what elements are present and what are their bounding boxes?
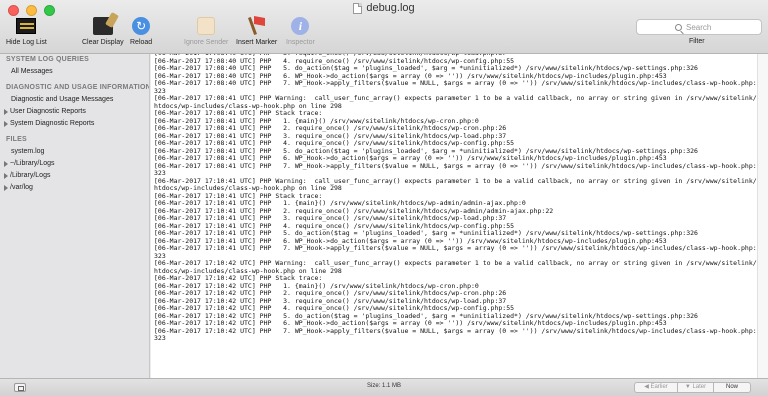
window-title-text: debug.log — [366, 2, 415, 14]
ignore-sender-label: Ignore Sender — [184, 39, 229, 46]
reload-label: Reload — [130, 39, 153, 46]
ignore-sender-button[interactable]: Ignore Sender — [184, 16, 228, 46]
clear-display-icon — [92, 17, 113, 35]
window-toolbar: debug.log Hide Log List Clear Display ↻ … — [0, 0, 768, 54]
sidebar-item-user-library-logs[interactable]: ~/Library/Logs — [0, 158, 149, 170]
hide-log-list-button[interactable]: Hide Log List — [6, 16, 47, 46]
inspector-button[interactable]: i Inspector — [286, 16, 315, 46]
disclosure-triangle-icon[interactable] — [4, 121, 8, 127]
disclosure-triangle-icon[interactable] — [4, 161, 8, 167]
search-input[interactable]: Search — [636, 19, 762, 35]
inspector-label: Inspector — [286, 39, 315, 46]
insert-marker-label: Insert Marker — [236, 39, 278, 46]
disclosure-triangle-icon[interactable] — [4, 109, 8, 115]
sidebar-item-library-logs[interactable]: /Library/Logs — [0, 170, 149, 182]
diagnostic-usage-header: DIAGNOSTIC AND USAGE INFORMATION — [6, 84, 150, 91]
marker-flag-icon — [247, 16, 267, 36]
system-log-queries-header: SYSTEM LOG QUERIES — [6, 56, 89, 63]
log-content-view[interactable]: [06-Mar-2017 17:08:40 UTC] PHP 3. requir… — [151, 54, 757, 378]
library-logs-label: /Library/Logs — [10, 172, 51, 179]
log-list-icon — [16, 18, 37, 34]
sidebar-item-var-log[interactable]: /var/log — [0, 182, 149, 194]
vertical-scrollbar[interactable] — [757, 54, 768, 378]
user-diagnostic-reports-label: User Diagnostic Reports — [10, 108, 86, 115]
filter-label: Filter — [689, 38, 705, 45]
window-title: debug.log — [0, 2, 768, 14]
search-placeholder: Search — [686, 22, 712, 32]
search-icon — [675, 23, 682, 31]
log-list-sidebar: SYSTEM LOG QUERIES All Messages DIAGNOST… — [0, 54, 150, 378]
status-bar: Size: 1.1 MB ◀ Earlier ▼ Later Now — [0, 378, 768, 396]
disclosure-triangle-icon[interactable] — [4, 185, 8, 191]
earlier-button[interactable]: ◀ Earlier — [634, 382, 678, 393]
user-library-logs-label: ~/Library/Logs — [10, 160, 55, 167]
clear-display-label: Clear Display — [82, 39, 124, 46]
hide-log-list-label: Hide Log List — [6, 39, 47, 46]
ignore-sender-icon — [197, 17, 216, 35]
var-log-label: /var/log — [10, 184, 33, 191]
sidebar-item-system-log[interactable]: system.log — [0, 146, 149, 158]
document-icon — [353, 2, 363, 14]
sidebar-item-user-diagnostic-reports[interactable]: User Diagnostic Reports — [0, 106, 149, 118]
sidebar-item-all-messages[interactable]: All Messages — [0, 66, 149, 78]
clear-display-button[interactable]: Clear Display — [82, 16, 124, 46]
now-button[interactable]: Now — [713, 382, 751, 393]
sidebar-item-system-diagnostic-reports[interactable]: System Diagnostic Reports — [0, 118, 149, 130]
files-header: FILES — [6, 136, 27, 143]
disclosure-triangle-icon[interactable] — [4, 173, 8, 179]
log-text[interactable]: [06-Mar-2017 17:08:40 UTC] PHP 3. requir… — [151, 54, 757, 343]
system-diagnostic-reports-label: System Diagnostic Reports — [10, 120, 95, 127]
sidebar-item-diagnostic-messages[interactable]: Diagnostic and Usage Messages — [0, 94, 149, 106]
info-icon: i — [291, 17, 310, 35]
reload-button[interactable]: ↻ Reload — [130, 16, 152, 46]
later-button[interactable]: ▼ Later — [677, 382, 714, 393]
reload-icon: ↻ — [132, 17, 151, 35]
insert-marker-button[interactable]: Insert Marker — [236, 16, 277, 46]
